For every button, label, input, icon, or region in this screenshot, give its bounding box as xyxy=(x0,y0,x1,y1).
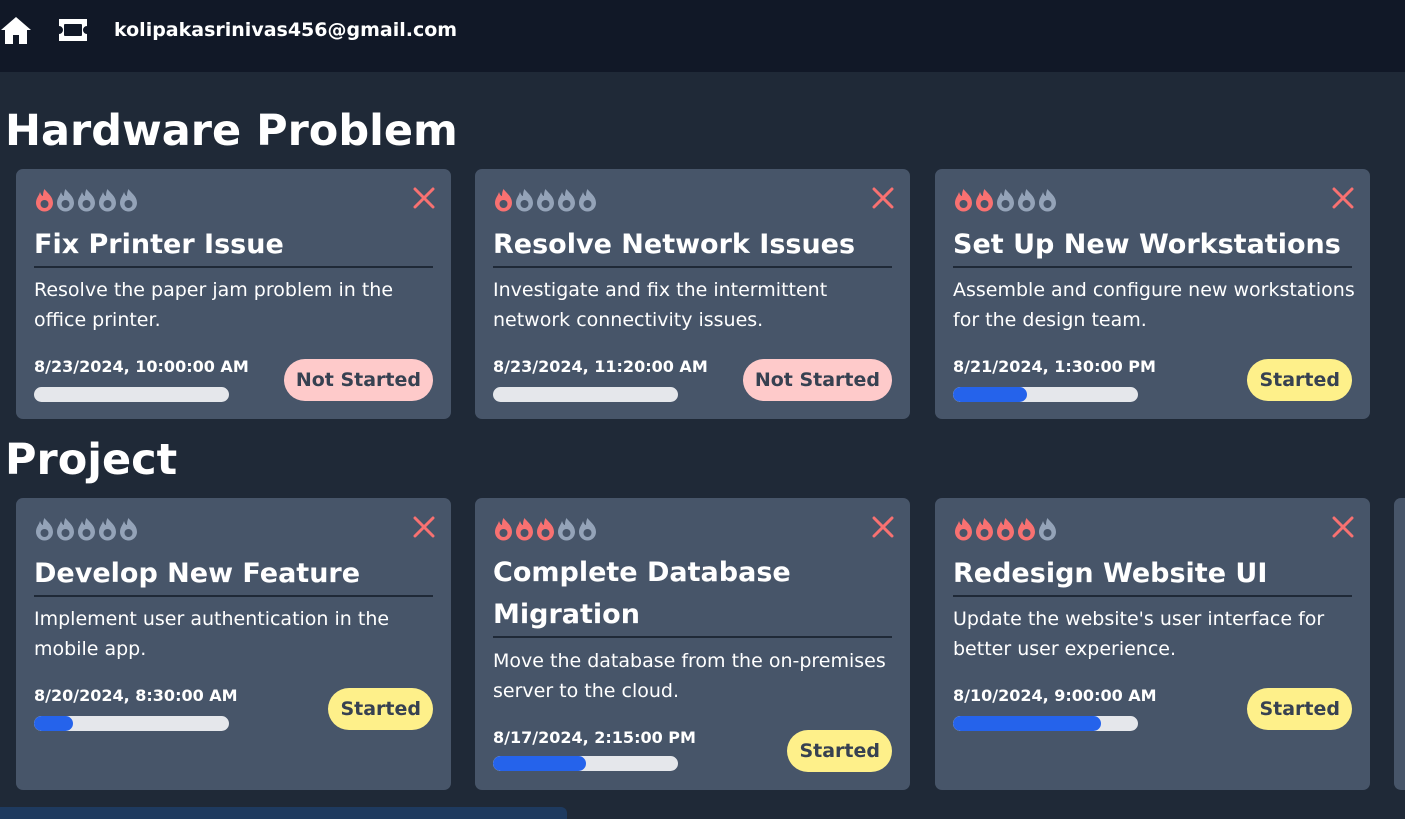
flame-icon xyxy=(34,517,55,545)
close-icon[interactable] xyxy=(1332,516,1354,538)
card-date: 8/10/2024, 9:00:00 AM xyxy=(953,686,1157,705)
flame-icon xyxy=(535,517,556,545)
status-tooltip-bar xyxy=(0,807,567,819)
flame-icon xyxy=(1016,517,1037,545)
progress-bar xyxy=(953,387,1138,402)
section-title-hardware-problem: Hardware Problem xyxy=(5,106,458,156)
flame-icon xyxy=(493,188,514,216)
task-card[interactable]: Develop New Feature Implement user authen… xyxy=(16,498,451,790)
card-title: Fix Printer Issue xyxy=(34,224,433,268)
task-card[interactable]: Set Up New Workstations Assemble and conf… xyxy=(935,169,1370,419)
status-badge[interactable]: Not Started xyxy=(742,359,892,401)
flame-icon xyxy=(76,188,97,216)
flame-icon xyxy=(535,188,556,216)
flame-icon xyxy=(577,188,598,216)
flame-icon xyxy=(995,188,1016,216)
card-description: Resolve the paper jam problem in the off… xyxy=(34,279,394,331)
home-icon[interactable] xyxy=(0,14,32,46)
close-icon[interactable] xyxy=(413,187,435,209)
flame-icon xyxy=(97,188,118,216)
flame-icon xyxy=(514,517,535,545)
priority-flames xyxy=(953,517,1058,545)
priority-flames xyxy=(34,517,139,545)
flame-icon xyxy=(493,517,514,545)
card-title: Develop New Feature xyxy=(34,553,433,597)
card-date: 8/23/2024, 10:00:00 AM xyxy=(34,357,249,376)
task-card[interactable]: Complete Database Migration Move the data… xyxy=(475,498,910,790)
flame-icon xyxy=(55,188,76,216)
flame-icon xyxy=(974,188,995,216)
status-badge[interactable]: Started xyxy=(787,730,892,772)
flame-icon xyxy=(118,517,139,545)
top-navbar: kolipakasrinivas456@gmail.com xyxy=(0,0,1405,72)
flame-icon xyxy=(118,188,139,216)
task-card[interactable]: Fix Printer Issue Resolve the paper jam p… xyxy=(16,169,451,419)
progress-bar xyxy=(953,716,1138,731)
card-title: Set Up New Workstations xyxy=(953,224,1352,268)
task-card[interactable]: Redesign Website UI Update the website's … xyxy=(935,498,1370,790)
flame-icon xyxy=(1037,188,1058,216)
progress-fill xyxy=(953,716,1101,731)
progress-fill xyxy=(34,716,73,731)
flame-icon xyxy=(1037,517,1058,545)
status-badge[interactable]: Not Started xyxy=(283,359,433,401)
ticket-icon[interactable] xyxy=(56,16,90,44)
priority-flames xyxy=(953,188,1058,216)
flame-icon xyxy=(974,517,995,545)
priority-flames xyxy=(493,517,598,545)
flame-icon xyxy=(76,517,97,545)
close-icon[interactable] xyxy=(872,516,894,538)
flame-icon xyxy=(953,188,974,216)
progress-bar xyxy=(34,716,229,731)
flame-icon xyxy=(97,517,118,545)
card-title: Redesign Website UI xyxy=(953,553,1352,597)
section-title-project: Project xyxy=(5,435,178,485)
card-title: Complete Database Migration xyxy=(493,552,892,638)
flame-icon xyxy=(1016,188,1037,216)
card-date: 8/23/2024, 11:20:00 AM xyxy=(493,357,708,376)
flame-icon xyxy=(577,517,598,545)
close-icon[interactable] xyxy=(872,187,894,209)
flame-icon xyxy=(556,517,577,545)
priority-flames xyxy=(34,188,139,216)
priority-flames xyxy=(493,188,598,216)
flame-icon xyxy=(34,188,55,216)
card-description: Update the website's user interface for … xyxy=(953,608,1325,660)
flame-icon xyxy=(514,188,535,216)
flame-icon xyxy=(556,188,577,216)
user-email: kolipakasrinivas456@gmail.com xyxy=(114,19,458,41)
flame-icon xyxy=(55,517,76,545)
status-badge[interactable]: Started xyxy=(1247,688,1352,730)
card-description: Investigate and fix the intermittent net… xyxy=(493,279,828,331)
task-card[interactable]: Resolve Network Issues Investigate and fi… xyxy=(475,169,910,419)
status-badge[interactable]: Started xyxy=(1247,359,1352,401)
card-date: 8/20/2024, 8:30:00 AM xyxy=(34,686,238,705)
card-description: Assemble and configure new workstations … xyxy=(953,279,1355,331)
close-icon[interactable] xyxy=(413,516,435,538)
progress-bar xyxy=(34,387,229,402)
card-title: Resolve Network Issues xyxy=(493,224,892,268)
close-icon[interactable] xyxy=(1332,187,1354,209)
progress-bar xyxy=(493,756,678,771)
card-date: 8/17/2024, 2:15:00 PM xyxy=(493,728,696,747)
progress-fill xyxy=(493,756,586,771)
flame-icon xyxy=(995,517,1016,545)
flame-icon xyxy=(953,517,974,545)
progress-fill xyxy=(953,387,1027,402)
progress-bar xyxy=(493,387,678,402)
task-card-partial[interactable] xyxy=(1394,498,1405,790)
card-description: Move the database from the on-premises s… xyxy=(493,650,886,702)
status-badge[interactable]: Started xyxy=(328,688,433,730)
card-date: 8/21/2024, 1:30:00 PM xyxy=(953,357,1156,376)
card-description: Implement user authentication in the mob… xyxy=(34,608,390,660)
